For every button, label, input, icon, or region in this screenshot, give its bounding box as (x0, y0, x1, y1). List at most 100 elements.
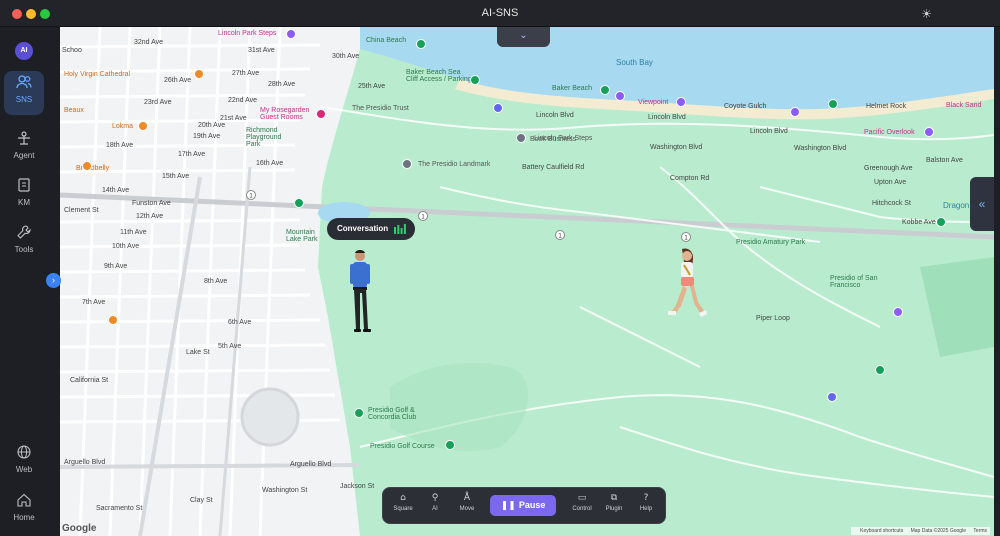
plugin-icon: ⧉ (610, 493, 618, 503)
map-pin-icon[interactable] (316, 109, 326, 119)
route-shield-icon: 1 (246, 190, 256, 200)
google-logo: Google (62, 523, 97, 534)
map-pin-icon[interactable] (790, 107, 800, 117)
street-label: Upton Ave (874, 179, 907, 186)
map-pin-icon[interactable] (108, 315, 118, 325)
street-label: 30th Ave (332, 53, 360, 60)
monitor-icon: ▭ (577, 493, 587, 503)
keyboard-shortcuts-link[interactable]: Keyboard shortcuts (860, 528, 903, 534)
map-pin-icon[interactable] (294, 198, 304, 208)
conversation-label: Conversation (337, 224, 389, 233)
map-pin-icon[interactable] (827, 392, 837, 402)
street-label: Clay St (190, 497, 213, 504)
top-panel-expand-chevron-icon[interactable]: ⌄ (497, 27, 550, 47)
street-label: Clement St (64, 207, 99, 214)
street-label: 28th Ave (268, 81, 296, 88)
users-icon (4, 71, 44, 91)
bottom-toolbar: ⌂ Square ⚲ AI Å Move ❚❚ Pause ▭ Control … (382, 487, 666, 524)
sidebar-item-label: SNS (15, 95, 33, 104)
sidebar-collapse-chevron-icon[interactable]: › (46, 273, 61, 288)
sidebar-item-agent[interactable]: Agent (4, 127, 44, 171)
ai-icon: ⚲ (431, 493, 439, 503)
street-label: Jackson St (340, 483, 375, 490)
poi-label: My Rosegarden Guest Rooms (260, 107, 310, 121)
street-label: 23rd Ave (144, 99, 172, 106)
map-pin-icon[interactable] (470, 75, 480, 85)
female-avatar[interactable] (664, 247, 710, 335)
street-label: 16th Ave (256, 160, 284, 167)
map-pin-icon[interactable] (600, 85, 610, 95)
street-label: Compton Rd (670, 175, 710, 182)
map-pin-icon[interactable] (875, 365, 885, 375)
conversation-chip[interactable]: Conversation (327, 218, 415, 240)
map-pin-icon[interactable] (286, 29, 296, 39)
street-label: Lake St (186, 349, 210, 356)
toolbar-help-button[interactable]: ? Help (631, 493, 661, 512)
title-bar: AI-SNS ☀ (0, 0, 1000, 27)
water-label: Dragon (943, 201, 970, 210)
poi-label: Holy Virgin Cathedral (64, 71, 131, 78)
street-label: Greenough Ave (864, 165, 913, 172)
street-label: 20th Ave (198, 122, 226, 129)
book-icon (4, 174, 44, 194)
poi-label: The Presidio Landmark (418, 161, 491, 168)
sidebar-item-tools[interactable]: Tools (4, 221, 44, 265)
map-pin-icon[interactable] (82, 161, 92, 171)
map-pin-icon[interactable] (516, 133, 526, 143)
street-label: Kobbe Ave (902, 219, 936, 226)
pause-button[interactable]: ❚❚ Pause (490, 495, 556, 516)
window-title: AI-SNS (481, 7, 519, 19)
map-pin-icon[interactable] (893, 307, 903, 317)
street-label: Lincoln Blvd (750, 128, 788, 135)
sidebar-item-web[interactable]: Web (4, 441, 44, 485)
map-pin-icon[interactable] (924, 127, 934, 137)
street-label: 18th Ave (106, 142, 134, 149)
street-label: 32nd Ave (134, 39, 164, 46)
map-pin-icon[interactable] (138, 121, 148, 131)
route-shield-icon: 1 (555, 230, 565, 240)
street-label: Funston Ave (132, 200, 171, 207)
toolbar-control-button[interactable]: ▭ Control (567, 493, 597, 512)
toolbar-item-label: AI (432, 506, 438, 512)
toolbar-move-button[interactable]: Å Move (452, 493, 482, 512)
beach-label: Baker Beach (552, 85, 593, 92)
map-pin-icon[interactable] (416, 39, 426, 49)
toolbar-plugin-button[interactable]: ⧉ Plugin (599, 493, 629, 512)
map-pin-icon[interactable] (445, 440, 455, 450)
street-label: Balston Ave (926, 157, 963, 164)
terms-link[interactable]: Terms (973, 528, 987, 534)
pause-label: Pause (518, 500, 546, 510)
toolbar-item-label: Square (393, 506, 413, 512)
pause-icon: ❚❚ (500, 501, 519, 511)
poi-label: Book Business (530, 136, 577, 143)
toolbar-square-button[interactable]: ⌂ Square (388, 493, 418, 512)
toolbar-item-label: Move (459, 506, 475, 512)
street-label: 5th Ave (218, 343, 242, 350)
poi-label: Lincoln Park Steps (218, 30, 277, 37)
map-pin-icon[interactable] (936, 217, 946, 227)
map-pin-icon[interactable] (828, 99, 838, 109)
right-panel-expand-chevron-icon[interactable]: « (970, 177, 994, 231)
map-pin-icon[interactable] (615, 91, 625, 101)
map-pin-icon[interactable] (354, 408, 364, 418)
sidebar-item-label: Web (15, 465, 33, 474)
sidebar-item-label: Tools (14, 245, 34, 254)
street-label: 25th Ave (358, 83, 386, 90)
street-label: Washington St (262, 487, 308, 494)
water-label: South Bay (616, 58, 653, 67)
map-view[interactable]: 32nd Ave 31st Ave 30th Ave 26th Ave 27th… (60, 27, 994, 536)
sidebar-item-sns[interactable]: SNS (4, 71, 44, 115)
park-label: Mountain Lake Park (286, 229, 318, 243)
poi-label: Baker Beach Sea Cliff Access / Parking (406, 69, 472, 83)
male-avatar[interactable] (344, 249, 378, 335)
map-pin-icon[interactable] (493, 103, 503, 113)
map-pin-icon[interactable] (194, 69, 204, 79)
sidebar-item-label: Agent (13, 151, 35, 160)
toolbar-ai-button[interactable]: ⚲ AI (420, 493, 450, 512)
sidebar-item-km[interactable]: KM (4, 174, 44, 218)
theme-toggle-sun-icon[interactable]: ☀ (921, 7, 932, 21)
sidebar: AI SNS Agent KM Tools Web Home (0, 27, 47, 536)
sidebar-item-home[interactable]: Home (4, 489, 44, 533)
map-pin-icon[interactable] (676, 97, 686, 107)
map-pin-icon[interactable] (402, 159, 412, 169)
